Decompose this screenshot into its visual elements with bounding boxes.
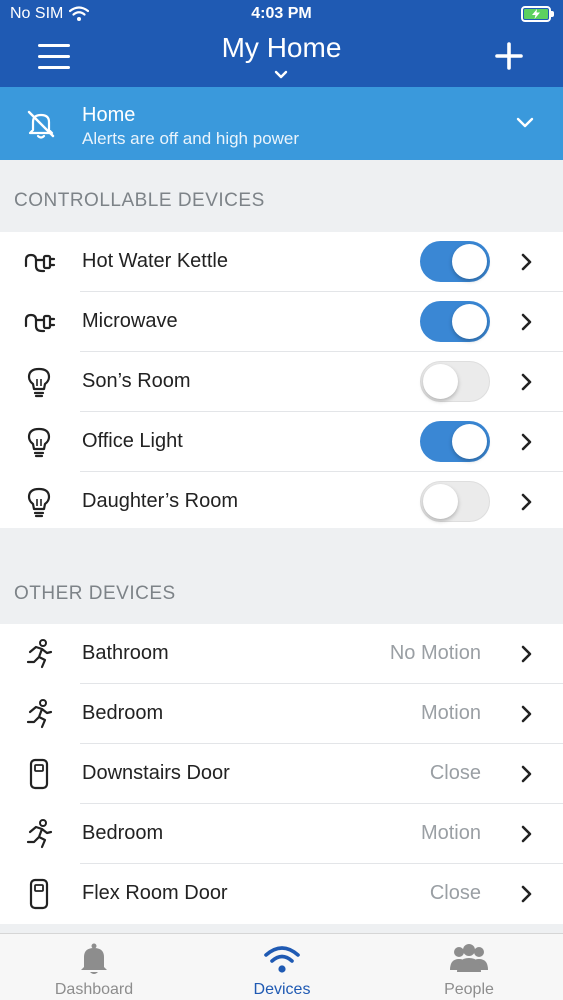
- chevron-right-icon[interactable]: [521, 493, 533, 511]
- chevron-right-icon[interactable]: [521, 705, 533, 723]
- alert-status-bar[interactable]: Home Alerts are off and high power: [0, 87, 563, 160]
- device-label: Bedroom: [82, 822, 164, 844]
- device-label: Son’s Room: [82, 370, 191, 392]
- wifi-icon: [264, 946, 300, 973]
- tab-label: Devices: [253, 981, 311, 998]
- power-toggle[interactable]: [420, 481, 490, 522]
- add-button[interactable]: [495, 42, 523, 70]
- lightbulb-icon: [27, 367, 51, 398]
- power-toggle[interactable]: [420, 241, 490, 282]
- door-sensor-icon: [29, 878, 49, 910]
- chevron-right-icon[interactable]: [521, 885, 533, 903]
- section-header-controllable: CONTROLLABLE DEVICES: [0, 160, 563, 232]
- lightbulb-icon: [27, 427, 51, 458]
- bell-icon: [81, 943, 107, 974]
- device-status: Close: [429, 882, 481, 904]
- tab-devices[interactable]: Devices: [188, 934, 376, 1000]
- alert-subtitle: Alerts are off and high power: [82, 129, 300, 148]
- people-icon: [450, 944, 488, 972]
- chevron-right-icon[interactable]: [521, 433, 533, 451]
- power-toggle[interactable]: [420, 301, 490, 342]
- status-bar: No SIM 4:03 PM: [0, 0, 563, 30]
- power-toggle[interactable]: [420, 421, 490, 462]
- tab-dashboard[interactable]: Dashboard: [0, 934, 188, 1000]
- device-row[interactable]: Daughter’s Room: [0, 472, 563, 532]
- device-row[interactable]: Microwave: [0, 292, 563, 352]
- device-row[interactable]: Flex Room Door Close: [0, 864, 563, 924]
- chevron-down-icon[interactable]: [271, 68, 291, 82]
- charging-bolt-icon: [532, 9, 540, 19]
- motion-icon: [26, 819, 53, 849]
- device-row[interactable]: Bathroom No Motion: [0, 624, 563, 684]
- clock: 4:03 PM: [251, 5, 312, 22]
- motion-icon: [26, 699, 53, 729]
- device-status: No Motion: [389, 642, 481, 664]
- device-label: Flex Room Door: [82, 882, 228, 904]
- tab-people[interactable]: People: [375, 934, 563, 1000]
- device-label: Hot Water Kettle: [82, 250, 228, 272]
- section-title: CONTROLLABLE DEVICES: [14, 190, 265, 211]
- device-label: Downstairs Door: [82, 762, 230, 784]
- device-label: Office Light: [82, 430, 183, 452]
- device-label: Bathroom: [82, 642, 169, 664]
- device-status: Close: [429, 762, 481, 784]
- device-row[interactable]: Downstairs Door Close: [0, 744, 563, 804]
- device-row[interactable]: Bedroom Motion: [0, 684, 563, 744]
- chevron-right-icon[interactable]: [521, 765, 533, 783]
- device-row[interactable]: Office Light: [0, 412, 563, 472]
- motion-icon: [26, 639, 53, 669]
- lightbulb-icon: [27, 487, 51, 518]
- device-status: Motion: [420, 702, 481, 724]
- chevron-right-icon[interactable]: [521, 645, 533, 663]
- page-title[interactable]: My Home: [0, 32, 563, 64]
- device-label: Bedroom: [82, 702, 164, 724]
- tab-label: Dashboard: [54, 981, 134, 998]
- alert-location: Home: [82, 104, 136, 126]
- device-status: Motion: [420, 822, 481, 844]
- device-row[interactable]: Hot Water Kettle: [0, 232, 563, 292]
- device-row[interactable]: Bedroom Motion: [0, 804, 563, 864]
- chevron-right-icon[interactable]: [521, 825, 533, 843]
- chevron-right-icon[interactable]: [521, 253, 533, 271]
- chevron-right-icon[interactable]: [521, 313, 533, 331]
- chevron-right-icon[interactable]: [521, 373, 533, 391]
- section-title: OTHER DEVICES: [14, 583, 176, 604]
- battery-icon: [521, 6, 554, 22]
- device-label: Microwave: [82, 310, 178, 332]
- section-header-other: OTHER DEVICES: [0, 528, 563, 624]
- bell-off-icon: [27, 110, 55, 139]
- plug-icon: [24, 313, 56, 333]
- device-label: Daughter’s Room: [82, 490, 239, 512]
- controllable-devices-list: Hot Water Kettle Microwave Son’s Room Of…: [0, 232, 563, 532]
- power-toggle[interactable]: [420, 361, 490, 402]
- device-row[interactable]: Son’s Room: [0, 352, 563, 412]
- door-sensor-icon: [29, 758, 49, 790]
- tab-label: People: [444, 981, 494, 998]
- nav-bar: My Home: [0, 30, 563, 87]
- chevron-down-icon[interactable]: [515, 115, 535, 131]
- other-devices-list: Bathroom No Motion Bedroom Motion Downst…: [0, 624, 563, 924]
- tab-bar: Dashboard Devices People: [0, 933, 563, 1000]
- plug-icon: [24, 253, 56, 273]
